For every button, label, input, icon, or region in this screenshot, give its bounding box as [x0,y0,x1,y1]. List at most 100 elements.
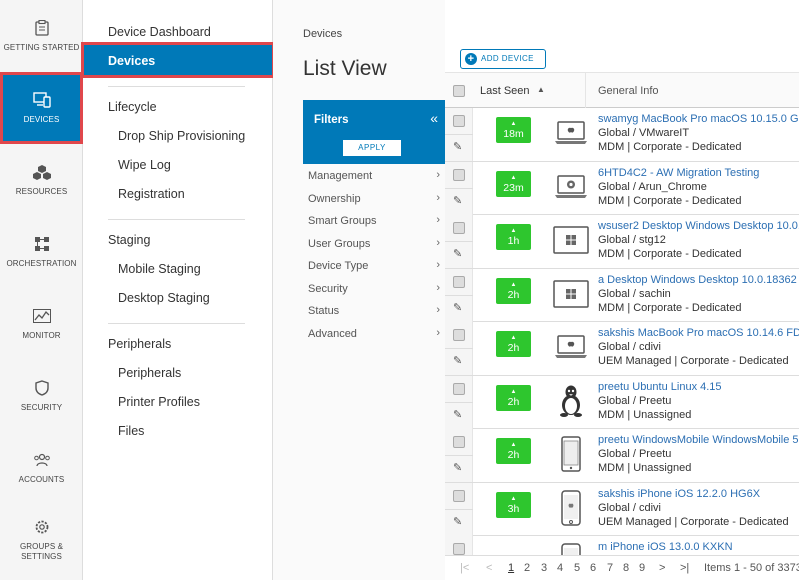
last-seen-value: 2h [507,395,520,408]
divider [108,86,245,87]
edit-pencil-icon[interactable]: ✎ [453,354,462,367]
table-row[interactable]: ✎ ▲ 3h sakshis iPhone iOS 12.2.0 HG6X Global… [445,482,799,536]
rail-label: MONITOR [22,331,61,340]
subnav-device-dashboard[interactable]: Device Dashboard [108,25,211,39]
edit-pencil-icon[interactable]: ✎ [453,408,462,421]
page-9-link[interactable]: 9 [639,562,645,574]
device-org-group: Global / cdivi [598,341,661,353]
subnav-wipe-log[interactable]: Wipe Log [118,158,171,172]
rail-item-monitor[interactable]: MONITOR [0,288,83,360]
page-1-link[interactable]: 1 [508,562,514,574]
device-name-link[interactable]: m iPhone iOS 13.0.0 KXKN [598,541,733,553]
filter-management[interactable]: Management › [303,164,445,187]
device-grid: + ADD DEVICE Last Seen ▲ General Info ✎ ▲… [445,0,799,580]
secondary-nav: Device Dashboard Devices Lifecycle Drop … [81,0,275,580]
filter-ownership[interactable]: Ownership › [303,186,445,209]
filter-smart-groups[interactable]: Smart Groups › [303,209,445,232]
edit-pencil-icon[interactable]: ✎ [453,194,462,207]
rail-item-resources[interactable]: RESOURCES [0,144,83,216]
edit-pencil-icon[interactable]: ✎ [453,515,462,528]
column-header-general-info[interactable]: General Info [598,85,659,97]
row-select-cell: ✎ [445,375,473,429]
device-name-link[interactable]: sakshis MacBook Pro macOS 10.14.6 FD5 [598,327,799,339]
device-name-link[interactable]: 6HTD4C2 - AW Migration Testing [598,167,759,179]
filter-user-groups[interactable]: User Groups › [303,231,445,254]
cubes-icon [32,163,51,181]
shield-icon [33,379,51,397]
device-org-group: Global / sachin [598,287,671,300]
device-org-group: Global / stg12 [598,234,666,246]
breadcrumb[interactable]: Devices [303,28,342,40]
table-row[interactable]: ✎ ▲ 2h preetu Ubuntu Linux 4.15 Global / Pre… [445,375,799,429]
filter-advanced[interactable]: Advanced › [303,321,445,344]
page-2-link[interactable]: 2 [524,562,530,574]
subnav-peripherals[interactable]: Peripherals [118,366,181,380]
edit-pencil-icon[interactable]: ✎ [453,140,462,153]
device-name-link[interactable]: preetu Ubuntu Linux 4.15 [598,381,722,393]
rail-item-getting-started[interactable]: GETTING STARTED [0,0,83,72]
device-name-link[interactable]: a Desktop Windows Desktop 10.0.18362 6 [598,274,799,286]
table-row[interactable]: ✎ ▲ 1h wsuser2 Desktop Windows Desktop 10.0… [445,215,799,269]
rail-label: GROUPS & SETTINGS [20,542,63,562]
edit-pencil-icon[interactable]: ✎ [453,247,462,260]
row-checkbox[interactable] [453,329,465,341]
first-page-button[interactable]: |< [460,562,469,574]
rail-item-devices[interactable]: DEVICES [0,72,83,144]
page-5-link[interactable]: 5 [574,562,580,574]
row-checkbox[interactable] [453,489,465,502]
page-8-link[interactable]: 8 [623,562,629,574]
subnav-devices[interactable]: Devices [81,42,275,78]
table-row[interactable]: ✎ ▲ 18m swamyg MacBook Pro macOS 10.15.0 G8… [445,108,799,162]
last-page-button[interactable]: >| [680,562,689,574]
subnav-registration[interactable]: Registration [118,187,185,201]
row-checkbox[interactable] [453,222,465,234]
rail-item-accounts[interactable]: ACCOUNTS [0,432,83,504]
chevron-right-icon: › [436,281,440,294]
row-checkbox[interactable] [453,436,465,448]
column-header-last-seen[interactable]: Last Seen [480,85,530,97]
edit-pencil-icon[interactable]: ✎ [453,461,462,474]
sort-ascending-icon[interactable]: ▲ [537,85,545,94]
next-page-button[interactable]: > [659,562,665,574]
rail-item-orchestration[interactable]: ORCHESTRATION [0,216,83,288]
page-7-link[interactable]: 7 [607,562,613,574]
device-name-link[interactable]: swamyg MacBook Pro macOS 10.15.0 G8WL [598,113,799,125]
page-4-link[interactable]: 4 [557,562,563,574]
subnav-drop-ship-provisioning[interactable]: Drop Ship Provisioning [118,129,245,143]
table-row[interactable]: ✎ ▲ 2h sakshis MacBook Pro macOS 10.14.6 FD… [445,322,799,376]
device-name-link[interactable]: preetu WindowsMobile WindowsMobile 5 [598,434,799,446]
table-row[interactable]: ✎ ▲ 2h preetu WindowsMobile WindowsMobile 5… [445,429,799,483]
subnav-desktop-staging[interactable]: Desktop Staging [118,291,210,305]
page-3-link[interactable]: 3 [541,562,547,574]
rail-item-groups-settings[interactable]: GROUPS & SETTINGS [0,504,83,576]
filter-status[interactable]: Status › [303,299,445,322]
row-checkbox[interactable] [453,275,465,288]
filter-security[interactable]: Security › [303,276,445,299]
add-device-button[interactable]: + ADD DEVICE [460,49,546,69]
rail-item-security[interactable]: SECURITY [0,360,83,432]
page-6-link[interactable]: 6 [590,562,596,574]
table-row[interactable]: ✎ ▲ 2h a Desktop Windows Desktop 10.0.18362… [445,268,799,322]
device-name-link[interactable]: sakshis iPhone iOS 12.2.0 HG6X [598,488,760,500]
subnav-printer-profiles[interactable]: Printer Profiles [118,395,200,409]
row-checkbox[interactable] [453,543,465,555]
table-row[interactable]: ✎ ▲ 23m 6HTD4C2 - AW Migration Testing Globa… [445,161,799,215]
apply-button[interactable]: APPLY [343,140,401,156]
subnav-files[interactable]: Files [118,424,144,438]
filter-label: Ownership [308,192,361,205]
last-seen-value: 18m [503,128,524,140]
select-all-checkbox[interactable] [453,85,465,97]
row-checkbox[interactable] [453,382,465,395]
last-seen-value: 1h [507,235,520,247]
row-checkbox[interactable] [453,115,465,127]
prev-page-button[interactable]: < [486,562,492,574]
laptop-chrome-icon [552,169,590,205]
gear-icon [33,518,51,536]
collapse-filters-icon[interactable]: « [430,110,438,126]
row-checkbox[interactable] [453,168,465,181]
subnav-mobile-staging[interactable]: Mobile Staging [118,262,201,276]
rail-label: ACCOUNTS [18,475,65,484]
filter-device-type[interactable]: Device Type › [303,254,445,277]
edit-pencil-icon[interactable]: ✎ [453,301,462,314]
device-name-link[interactable]: wsuser2 Desktop Windows Desktop 10.0.1 [598,220,799,232]
